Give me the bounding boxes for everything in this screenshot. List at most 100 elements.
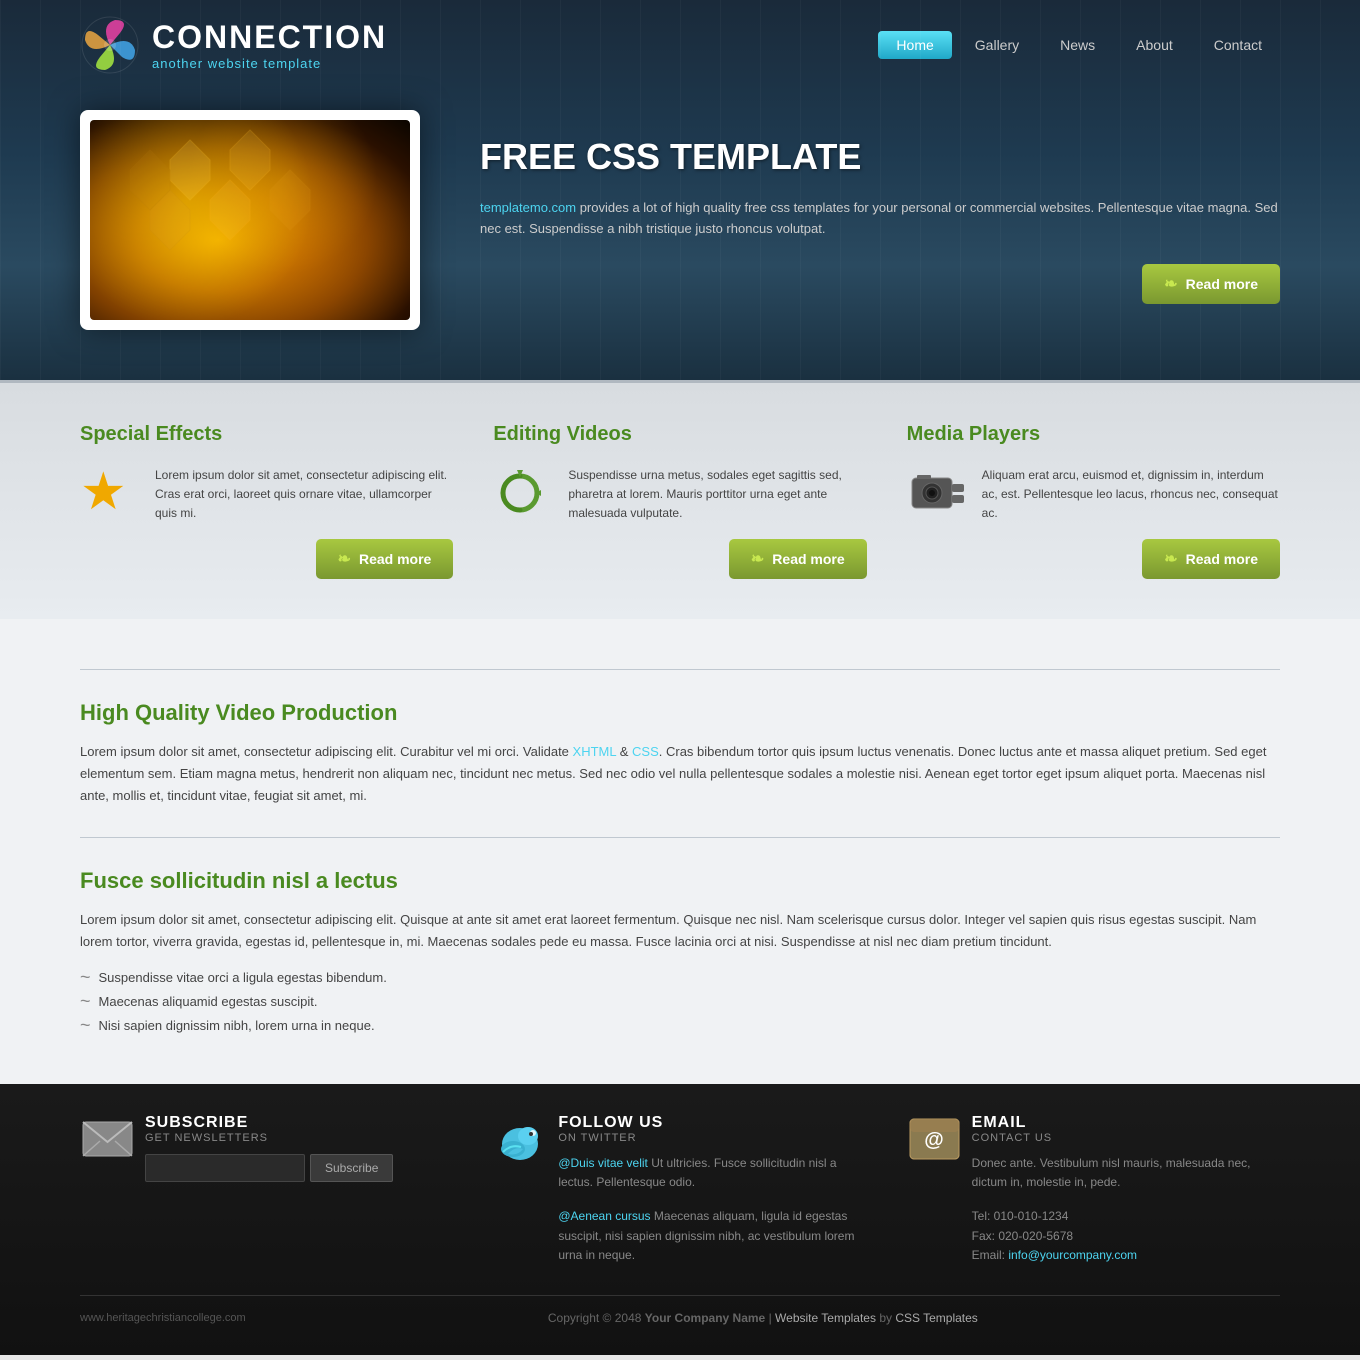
logo-subtitle: another website template <box>152 56 387 71</box>
content-paragraph-1: Lorem ipsum dolor sit amet, consectetur … <box>80 741 1280 807</box>
email-icon-wrap: @ <box>907 1114 957 1167</box>
divider-1 <box>80 669 1280 670</box>
list-item-2: Maecenas aliquamid egestas suscipit. <box>80 992 1280 1010</box>
footer-subscribe: SUBSCRIBE GET NEWSLETTERS Subscribe <box>80 1114 453 1265</box>
content-text-sep: & <box>616 744 632 759</box>
copyright-text: Copyright © 2048 <box>548 1311 645 1325</box>
follow-title: FOLLOW US <box>558 1114 866 1132</box>
email-title: EMAIL <box>972 1114 1280 1132</box>
follow-subtitle: ON TWITTER <box>558 1132 866 1144</box>
footer-website-url: www.heritagechristiancollege.com <box>80 1312 246 1324</box>
mail-icon-wrap <box>80 1114 130 1167</box>
feature-read-more-2[interactable]: Read more <box>729 539 867 579</box>
content-list: Suspendisse vitae orci a ligula egestas … <box>80 968 1280 1034</box>
footer-bottom: www.heritagechristiancollege.com Copyrig… <box>80 1295 1280 1325</box>
feature-editing-videos: Editing Videos Suspendisse urna metus, s… <box>493 423 866 579</box>
subscribe-content: SUBSCRIBE GET NEWSLETTERS Subscribe <box>145 1114 393 1182</box>
feature-read-more-3[interactable]: Read more <box>1142 539 1280 579</box>
nav-gallery[interactable]: Gallery <box>957 31 1037 59</box>
hero-description: templatemo.com provides a lot of high qu… <box>480 198 1280 240</box>
content-paragraph-2: Lorem ipsum dolor sit amet, consectetur … <box>80 909 1280 953</box>
nav-about[interactable]: About <box>1118 31 1191 59</box>
logo-text-area: CONNECTION another website template <box>152 19 387 71</box>
sep1: | <box>765 1311 775 1325</box>
features-grid: Special Effects ★ Lorem ipsum dolor sit … <box>80 423 1280 579</box>
email-fax: Fax: 020-020-5678 <box>972 1227 1280 1246</box>
hero-content: FREE CSS TEMPLATE templatemo.com provide… <box>480 136 1280 305</box>
camera-icon <box>907 466 967 526</box>
hero-image <box>90 120 410 320</box>
features-section: Special Effects ★ Lorem ipsum dolor sit … <box>0 380 1360 619</box>
feature-title-2: Editing Videos <box>493 423 866 446</box>
feature-read-more-1[interactable]: Read more <box>316 539 454 579</box>
email-content: EMAIL CONTACT US Donec ante. Vestibulum … <box>972 1114 1280 1265</box>
nav-home[interactable]: Home <box>878 31 951 59</box>
content-section: High Quality Video Production Lorem ipsu… <box>0 619 1360 1084</box>
tweet-1-user[interactable]: @Duis vitae velit <box>558 1156 648 1170</box>
feature-title-3: Media Players <box>907 423 1280 446</box>
divider-2 <box>80 837 1280 838</box>
feature-title-1: Special Effects <box>80 423 453 446</box>
feature-media-players: Media Players Aliquam erat arcu, <box>907 423 1280 579</box>
company-name: Your Company Name <box>645 1311 765 1325</box>
tweet-1: @Duis vitae velit Ut ultricies. Fusce so… <box>558 1154 866 1192</box>
footer: SUBSCRIBE GET NEWSLETTERS Subscribe <box>0 1084 1360 1355</box>
email-subtitle: CONTACT US <box>972 1132 1280 1144</box>
main-nav: Home Gallery News About Contact <box>878 31 1280 59</box>
email-addr-line: Email: info@yourcompany.com <box>972 1246 1280 1265</box>
website-templates-link[interactable]: Website Templates <box>775 1311 876 1325</box>
mail-icon <box>80 1114 135 1164</box>
subscribe-area: Subscribe <box>145 1154 393 1182</box>
logo-icon <box>80 15 140 75</box>
footer-email: @ EMAIL CONTACT US Donec ante. Vestibulu… <box>907 1114 1280 1265</box>
tweet-2: @Aenean cursus Maecenas aliquam, ligula … <box>558 1207 866 1265</box>
hero-read-more-button[interactable]: Read more <box>1142 264 1280 304</box>
feature-text-1: Lorem ipsum dolor sit amet, consectetur … <box>155 466 453 524</box>
footer-copyright: Copyright © 2048 Your Company Name | Web… <box>246 1311 1280 1325</box>
feature-content-2: Suspendisse urna metus, sodales eget sag… <box>493 466 866 579</box>
content-title-2: Fusce sollicitudin nisl a lectus <box>80 868 1280 894</box>
nav-news[interactable]: News <box>1042 31 1113 59</box>
hero-title: FREE CSS TEMPLATE <box>480 136 1280 178</box>
tweet-2-user[interactable]: @Aenean cursus <box>558 1209 650 1223</box>
hero-link[interactable]: templatemo.com <box>480 200 576 215</box>
feature-content-3: Aliquam erat arcu, euismod et, dignissim… <box>907 466 1280 579</box>
header: CONNECTION another website template Home… <box>0 0 1360 380</box>
refresh-icon <box>493 466 553 526</box>
header-top: CONNECTION another website template Home… <box>0 0 1360 90</box>
css-templates-link[interactable]: CSS Templates <box>895 1311 977 1325</box>
svg-text:@: @ <box>924 1129 944 1151</box>
hero-desc-text: provides a lot of high quality free css … <box>480 200 1278 236</box>
star-icon: ★ <box>80 466 140 526</box>
follow-content: FOLLOW US ON TWITTER @Duis vitae velit U… <box>558 1114 866 1265</box>
subscribe-subtitle: GET NEWSLETTERS <box>145 1132 393 1144</box>
list-item-1: Suspendisse vitae orci a ligula egestas … <box>80 968 1280 986</box>
email-label: Email: <box>972 1248 1009 1262</box>
email-tel: Tel: 010-010-1234 <box>972 1207 1280 1226</box>
email-address[interactable]: info@yourcompany.com <box>1008 1248 1137 1262</box>
logo-area: CONNECTION another website template <box>80 15 387 75</box>
list-item-3: Nisi sapien dignissim nibh, lorem urna i… <box>80 1016 1280 1034</box>
footer-grid: SUBSCRIBE GET NEWSLETTERS Subscribe <box>80 1114 1280 1265</box>
subscribe-title: SUBSCRIBE <box>145 1114 393 1132</box>
hero-section: FREE CSS TEMPLATE templatemo.com provide… <box>0 90 1360 380</box>
feature-text-2: Suspendisse urna metus, sodales eget sag… <box>568 466 866 524</box>
footer-follow: FOLLOW US ON TWITTER @Duis vitae velit U… <box>493 1114 866 1265</box>
email-icon: @ <box>907 1114 962 1164</box>
nav-contact[interactable]: Contact <box>1196 31 1280 59</box>
hero-image-container <box>80 110 420 330</box>
logo-title: CONNECTION <box>152 19 387 56</box>
xhtml-link[interactable]: XHTML <box>573 744 617 759</box>
sep2: by <box>876 1311 895 1325</box>
css-link[interactable]: CSS <box>632 744 659 759</box>
subscribe-button[interactable]: Subscribe <box>310 1154 393 1182</box>
twitter-icon <box>493 1114 548 1169</box>
feature-text-3: Aliquam erat arcu, euismod et, dignissim… <box>982 466 1280 524</box>
twitter-icon-wrap <box>493 1114 543 1172</box>
feature-content-1: ★ Lorem ipsum dolor sit amet, consectetu… <box>80 466 453 579</box>
subscribe-input[interactable] <box>145 1154 305 1182</box>
email-text: Donec ante. Vestibulum nisl mauris, male… <box>972 1154 1280 1192</box>
feature-special-effects: Special Effects ★ Lorem ipsum dolor sit … <box>80 423 453 579</box>
content-text-before-links: Lorem ipsum dolor sit amet, consectetur … <box>80 744 573 759</box>
content-title-1: High Quality Video Production <box>80 700 1280 726</box>
